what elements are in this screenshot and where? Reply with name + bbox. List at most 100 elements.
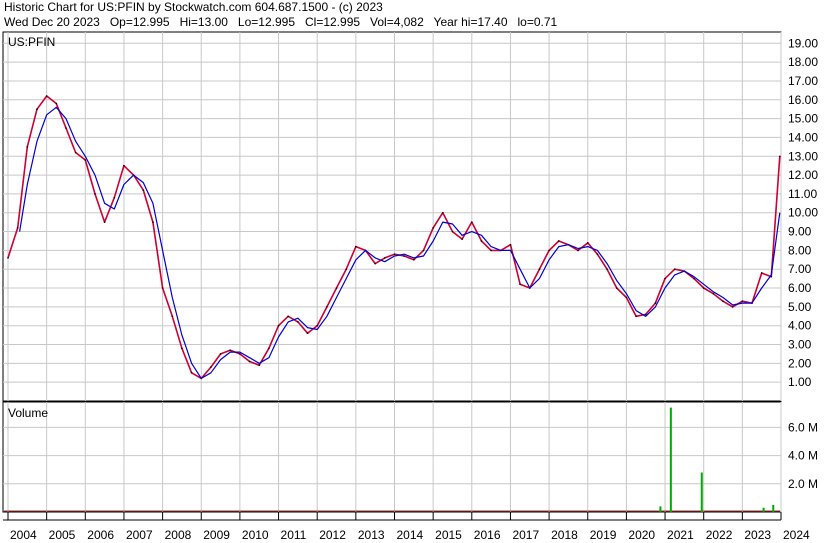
- price-point: [384, 257, 386, 259]
- price-point: [142, 189, 145, 191]
- x-tick-label: 2020: [628, 528, 655, 542]
- x-tick-label: 2007: [126, 528, 153, 542]
- price-point: [229, 349, 232, 351]
- price-point: [490, 249, 492, 252]
- price-point: [461, 238, 463, 240]
- price-y-tick-label: 14.00: [788, 130, 818, 144]
- x-tick-label: 2015: [435, 528, 462, 542]
- price-y-tick-label: 16.00: [788, 93, 818, 107]
- price-point: [654, 302, 657, 304]
- price-point: [712, 292, 715, 295]
- price-point: [615, 287, 618, 289]
- price-point: [432, 226, 434, 229]
- volume-y-tick-label: 4.0 M: [788, 449, 818, 463]
- chart-svg: 19.00 18.00 17.00 16.00 15.00 14.00 13.00 12.00…: [2, 31, 818, 542]
- price-point: [403, 255, 405, 257]
- x-tick-label: 2013: [358, 528, 385, 542]
- price-point: [335, 287, 338, 289]
- price-point: [268, 347, 270, 350]
- x-axis: 2004 2005 2006 2007 2008 2009 2010 2011 2012 2013…: [3, 512, 810, 542]
- price-point: [557, 240, 560, 242]
- price-point: [596, 253, 599, 255]
- price-y-tick-label: 8.00: [788, 243, 812, 257]
- price-y-tick-label: 6.00: [788, 281, 812, 295]
- price-point: [355, 245, 357, 248]
- price-y-tick-label: 11.00: [788, 187, 817, 201]
- x-tick-label: 2009: [203, 528, 230, 542]
- price-point: [326, 306, 328, 308]
- price-point: [84, 159, 87, 161]
- volume-y-tick-label: 6.0 M: [788, 420, 818, 434]
- chart-window: Historic Chart for US:PFIN by Stockwatch…: [0, 0, 830, 543]
- x-tick-label: 2014: [397, 528, 424, 542]
- x-tick-label: 2008: [165, 528, 192, 542]
- x-tick-label: 2017: [512, 528, 539, 542]
- price-y-tick-label: 17.00: [788, 74, 818, 88]
- price-point: [277, 324, 280, 327]
- x-tick-label: 2019: [590, 528, 617, 542]
- price-point: [422, 249, 425, 252]
- price-y-tick-label: 1.00: [788, 375, 812, 389]
- volume-panel-frame: [2, 401, 782, 513]
- price-point: [451, 230, 454, 233]
- price-y-tick-label: 12.00: [788, 168, 818, 182]
- price-point: [779, 155, 781, 158]
- price-point: [548, 249, 550, 252]
- price-point: [693, 277, 695, 280]
- price-point: [306, 332, 309, 335]
- x-tick-label: 2011: [281, 528, 307, 542]
- price-point: [161, 287, 164, 289]
- price-point: [36, 108, 38, 110]
- price-point: [74, 151, 77, 154]
- price-point: [731, 306, 734, 308]
- price-point: [123, 164, 125, 167]
- price-y-tick-label: 10.00: [788, 206, 818, 220]
- volume-y-tick-label: 2.0 M: [788, 477, 818, 491]
- price-point: [538, 268, 541, 271]
- volume-y-axis: 6.0 M 4.0 M 2.0 M: [788, 420, 818, 490]
- price-y-tick-label: 3.00: [788, 338, 812, 352]
- price-y-tick-label: 5.00: [788, 300, 812, 314]
- x-tick-label: 2021: [667, 528, 694, 542]
- price-point: [181, 347, 183, 350]
- price-point: [722, 300, 724, 303]
- price-point: [113, 196, 116, 199]
- price-panel-title: US:PFIN: [8, 35, 55, 49]
- price-point: [316, 324, 319, 327]
- price-y-axis: 19.00 18.00 17.00 16.00 15.00 14.00 13.00 12.00…: [788, 36, 818, 389]
- price-point: [625, 296, 628, 299]
- x-tick-label: 2005: [49, 528, 76, 542]
- price-point: [413, 259, 415, 261]
- x-tick-label: 2010: [242, 528, 269, 542]
- price-point: [606, 268, 608, 271]
- x-tick-label: 2006: [87, 528, 114, 542]
- volume-panel-title: Volume: [8, 406, 48, 420]
- price-panel-frame: [2, 31, 782, 402]
- price-point: [210, 366, 212, 368]
- x-tick-label: 2018: [551, 528, 578, 542]
- price-point: [258, 364, 261, 367]
- price-point: [297, 321, 299, 323]
- price-y-tick-label: 2.00: [788, 356, 812, 370]
- price-point: [374, 262, 376, 265]
- price-point: [442, 211, 444, 214]
- price-point: [219, 353, 222, 355]
- price-point: [480, 240, 483, 242]
- price-point: [586, 242, 589, 244]
- x-tick-label: 2022: [706, 528, 733, 542]
- price-point: [26, 146, 29, 148]
- price-point: [519, 283, 521, 286]
- price-point: [190, 371, 193, 374]
- price-y-tick-label: 19.00: [788, 36, 818, 50]
- price-point: [393, 253, 396, 255]
- price-y-tick-label: 18.00: [788, 55, 818, 69]
- price-point: [7, 257, 9, 259]
- x-tick-label: 2024: [783, 528, 810, 542]
- price-y-tick-label: 9.00: [788, 225, 812, 239]
- price-point: [152, 221, 154, 223]
- price-point: [664, 277, 666, 280]
- price-point: [741, 300, 744, 303]
- x-tick-label: 2016: [474, 528, 501, 542]
- price-point: [635, 315, 637, 318]
- x-tick-label: 2004: [10, 528, 37, 542]
